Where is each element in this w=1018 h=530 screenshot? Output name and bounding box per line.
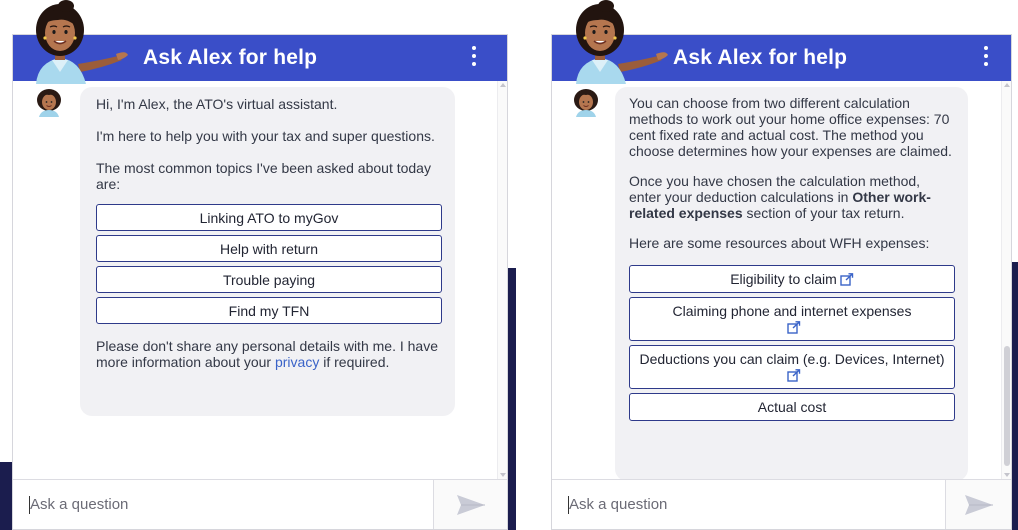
chat-input-bar [13,479,507,529]
external-link-icon [786,369,800,382]
scroll-down-arrow-icon[interactable] [1004,473,1010,477]
chat-title: Ask Alex for help [673,46,848,69]
privacy-text: Please don't share any personal details … [96,338,438,370]
message-text: The most common topics I've been asked a… [96,160,431,192]
external-link-icon [786,321,800,334]
background-strip-middle [508,268,516,530]
message-bubble: Hi, I'm Alex, the ATO's virtual assistan… [80,87,455,416]
resource-button-actual-cost[interactable]: Actual cost [629,393,955,421]
scrollbar[interactable] [497,81,507,479]
alex-avatar-small [37,89,61,117]
kebab-menu-icon[interactable] [469,46,479,70]
option-button-trouble-paying[interactable]: Trouble paying [96,266,442,293]
background-strip-right [1012,262,1018,530]
message-text: Once you have chosen the calculation met… [629,173,931,221]
message-text: Here are some resources about WFH expens… [629,235,930,251]
chat-widget-left: Ask Alex for help Hi, I'm Alex, the ATO'… [12,34,508,530]
resource-button-eligibility[interactable]: Eligibility to claim [629,265,955,293]
background-strip-left [0,462,12,530]
chat-messages: Hi, I'm Alex, the ATO's virtual assistan… [13,81,507,479]
resource-links: Eligibility to claim Claiming phone and … [629,265,955,421]
question-input[interactable] [552,480,946,529]
privacy-link[interactable]: privacy [275,354,319,370]
question-input[interactable] [13,480,433,529]
chat-input-bar [552,479,1011,529]
option-button-find-tfn[interactable]: Find my TFN [96,297,442,324]
external-link-icon [840,273,853,286]
text-caret [568,496,569,514]
send-icon [965,495,993,515]
scrollbar[interactable] [1001,81,1011,479]
alex-avatar-small [574,89,598,117]
chat-widget-right: Ask Alex for help You can choose from tw… [551,34,1012,530]
resource-button-deductions[interactable]: Deductions you can claim (e.g. Devices, … [629,345,955,389]
text-caret [29,496,30,514]
screenshot-stage: Ask Alex for help Hi, I'm Alex, the ATO'… [0,0,1018,530]
scroll-up-arrow-icon[interactable] [1004,83,1010,87]
message-text: You can choose from two different calcul… [629,95,952,159]
send-button[interactable] [945,480,1011,529]
message-text: I'm here to help you with your tax and s… [96,128,435,144]
alex-avatar-large [576,0,668,84]
chat-messages: You can choose from two different calcul… [552,81,1011,481]
scroll-down-arrow-icon[interactable] [500,473,506,477]
kebab-menu-icon[interactable] [981,46,991,70]
quick-reply-options: Linking ATO to myGov Help with return Tr… [96,204,442,324]
resource-button-phone-internet[interactable]: Claiming phone and internet expenses [629,297,955,341]
option-button-linking-ato[interactable]: Linking ATO to myGov [96,204,442,231]
message-bubble: You can choose from two different calcul… [615,87,968,481]
option-button-help-with-return[interactable]: Help with return [96,235,442,262]
send-button[interactable] [433,480,507,529]
message-text: Hi, I'm Alex, the ATO's virtual assistan… [96,96,338,112]
alex-avatar-large [36,0,128,84]
send-icon [457,495,485,515]
scroll-up-arrow-icon[interactable] [500,83,506,87]
chat-title: Ask Alex for help [143,46,318,69]
scrollbar-thumb[interactable] [1004,346,1010,466]
